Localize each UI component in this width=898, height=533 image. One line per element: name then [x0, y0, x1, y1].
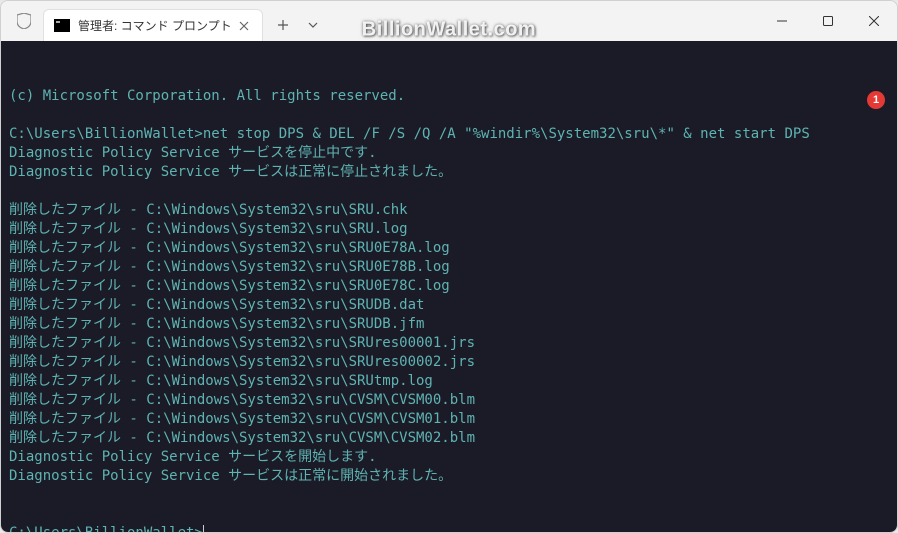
window-controls: [759, 1, 897, 41]
cmd-icon: [54, 19, 70, 32]
maximize-button[interactable]: [805, 5, 851, 37]
output-line: (c) Microsoft Corporation. All rights re…: [9, 88, 405, 104]
annotation-badge: 1: [867, 91, 885, 109]
close-button[interactable]: [851, 5, 897, 37]
shield-icon: [17, 13, 31, 29]
output-line: 削除したファイル - C:\Windows\System32\sru\CVSM\…: [9, 430, 475, 446]
output-line: 削除したファイル - C:\Windows\System32\sru\SRU0E…: [9, 259, 450, 275]
output-line: Diagnostic Policy Service サービスは正常に開始されまし…: [9, 468, 452, 484]
output-line: 削除したファイル - C:\Windows\System32\sru\SRUre…: [9, 335, 475, 351]
output-line: Diagnostic Policy Service サービスを停止中です.: [9, 145, 377, 161]
output-line: 削除したファイル - C:\Windows\System32\sru\CVSM\…: [9, 411, 475, 427]
prompt-line: C:\Users\BillionWallet>net stop DPS & DE…: [9, 126, 810, 142]
output-line: Diagnostic Policy Service サービスは正常に停止されまし…: [9, 164, 452, 180]
tab-cmd[interactable]: 管理者: コマンド プロンプト: [43, 9, 263, 41]
terminal-window: 管理者: コマンド プロンプト BillionWallet.com 1 (c) …: [0, 0, 898, 533]
output-line: Diagnostic Policy Service サービスを開始します.: [9, 449, 377, 465]
output-line: 削除したファイル - C:\Windows\System32\sru\SRU0E…: [9, 278, 450, 294]
output-line: 削除したファイル - C:\Windows\System32\sru\SRU.c…: [9, 202, 408, 218]
output-line: 削除したファイル - C:\Windows\System32\sru\SRU.l…: [9, 221, 408, 237]
prompt-line: C:\Users\BillionWallet>: [9, 525, 204, 532]
output-line: 削除したファイル - C:\Windows\System32\sru\SRUDB…: [9, 297, 424, 313]
output-line: 削除したファイル - C:\Windows\System32\sru\SRUDB…: [9, 316, 424, 332]
tab-title: 管理者: コマンド プロンプト: [78, 17, 232, 34]
admin-shield-area: [9, 1, 39, 41]
close-tab-icon[interactable]: [236, 18, 252, 34]
watermark: BillionWallet.com: [362, 19, 536, 42]
output-line: 削除したファイル - C:\Windows\System32\sru\CVSM\…: [9, 392, 475, 408]
tab-dropdown-button[interactable]: [299, 11, 327, 39]
titlebar: 管理者: コマンド プロンプト BillionWallet.com: [1, 1, 897, 41]
output-line: 削除したファイル - C:\Windows\System32\sru\SRUtm…: [9, 373, 433, 389]
output-line: 削除したファイル - C:\Windows\System32\sru\SRU0E…: [9, 240, 450, 256]
minimize-button[interactable]: [759, 5, 805, 37]
output-line: 削除したファイル - C:\Windows\System32\sru\SRUre…: [9, 354, 475, 370]
new-tab-button[interactable]: [269, 11, 297, 39]
cursor: [203, 525, 204, 532]
terminal-output[interactable]: 1 (c) Microsoft Corporation. All rights …: [1, 41, 897, 532]
